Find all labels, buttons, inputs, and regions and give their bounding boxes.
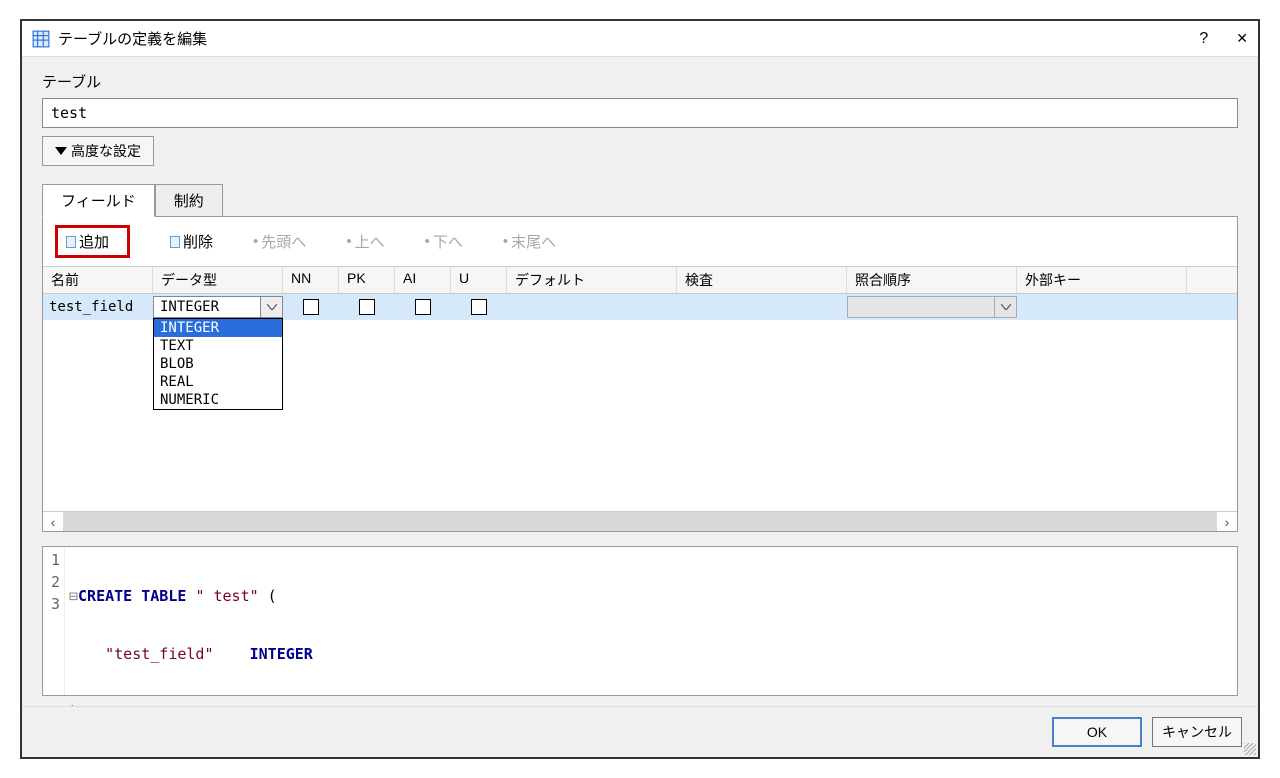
sql-line-2: "test_field" INTEGER: [69, 643, 313, 665]
horizontal-scrollbar[interactable]: ‹ ›: [43, 511, 1237, 531]
remove-label: 削除: [183, 231, 213, 252]
option-real[interactable]: REAL: [154, 373, 282, 391]
fields-grid: 名前 データ型 NN PK AI U デフォルト 検査 照合順序 外部キー te…: [43, 266, 1237, 531]
remove-field-button[interactable]: 削除: [170, 231, 213, 252]
help-button[interactable]: ?: [1199, 30, 1208, 48]
collation-combo[interactable]: [847, 296, 1017, 318]
col-default[interactable]: デフォルト: [507, 267, 677, 293]
foreign-cell[interactable]: [1017, 294, 1187, 320]
table-name-input[interactable]: [42, 98, 1238, 128]
col-check[interactable]: 検査: [677, 267, 847, 293]
check-cell[interactable]: [677, 294, 847, 320]
col-foreign[interactable]: 外部キー: [1017, 267, 1187, 293]
option-blob[interactable]: BLOB: [154, 355, 282, 373]
dialog-footer: OK キャンセル: [22, 706, 1258, 757]
advanced-settings-button[interactable]: 高度な設定: [42, 136, 154, 166]
col-u[interactable]: U: [451, 267, 507, 293]
tab-constraints[interactable]: 制約: [155, 184, 223, 216]
scroll-track[interactable]: [63, 512, 1217, 531]
tab-fields[interactable]: フィールド: [42, 184, 155, 217]
remove-icon: [170, 236, 180, 248]
col-pk[interactable]: PK: [339, 267, 395, 293]
table-icon: [32, 30, 50, 48]
field-name-cell[interactable]: test_field: [43, 294, 153, 320]
chevron-down-icon[interactable]: [994, 297, 1016, 317]
col-ai[interactable]: AI: [395, 267, 451, 293]
move-top-button[interactable]: •先頭へ: [253, 231, 306, 252]
move-bottom-button[interactable]: •末尾へ: [503, 231, 556, 252]
datatype-value: INTEGER: [160, 299, 219, 315]
sql-line-1: ⊟CREATE TABLE " test" (: [69, 585, 313, 607]
grid-header: 名前 データ型 NN PK AI U デフォルト 検査 照合順序 外部キー: [43, 267, 1237, 294]
move-up-button[interactable]: •上へ: [346, 231, 384, 252]
tabs: フィールド 制約: [42, 184, 1238, 216]
titlebar: テーブルの定義を編集 ? ✕: [22, 21, 1258, 57]
datatype-dropdown[interactable]: INTEGER TEXT BLOB REAL NUMERIC: [153, 318, 283, 410]
ok-button[interactable]: OK: [1052, 717, 1142, 747]
chevron-down-icon[interactable]: [260, 297, 282, 317]
col-name[interactable]: 名前: [43, 267, 153, 293]
scroll-left-icon[interactable]: ‹: [43, 512, 63, 532]
option-text[interactable]: TEXT: [154, 337, 282, 355]
dialog-title: テーブルの定義を編集: [58, 28, 207, 49]
datatype-combo[interactable]: INTEGER: [153, 296, 283, 318]
pk-checkbox[interactable]: [359, 299, 375, 315]
add-label: 追加: [79, 231, 109, 252]
chevron-down-icon: [55, 147, 67, 155]
fields-toolbar: 追加 削除 •先頭へ •上へ •下へ •末尾へ: [43, 217, 1237, 266]
u-checkbox[interactable]: [471, 299, 487, 315]
default-cell[interactable]: [507, 294, 677, 320]
advanced-settings-label: 高度な設定: [71, 141, 141, 161]
col-nn[interactable]: NN: [283, 267, 339, 293]
fields-panel: 追加 削除 •先頭へ •上へ •下へ •末尾へ 名前 データ型 NN: [42, 216, 1238, 532]
scroll-right-icon[interactable]: ›: [1217, 512, 1237, 532]
fold-icon[interactable]: ⊟: [69, 587, 78, 605]
nn-checkbox[interactable]: [303, 299, 319, 315]
ai-checkbox[interactable]: [415, 299, 431, 315]
option-numeric[interactable]: NUMERIC: [154, 391, 282, 409]
close-button[interactable]: ✕: [1236, 30, 1248, 47]
cancel-button[interactable]: キャンセル: [1152, 717, 1242, 747]
table-row[interactable]: test_field INTEGER INTEGER: [43, 294, 1237, 320]
resize-grip-icon[interactable]: [1244, 743, 1256, 755]
field-type-cell[interactable]: INTEGER INTEGER TEXT BLOB REAL: [153, 294, 283, 320]
option-integer[interactable]: INTEGER: [154, 319, 282, 337]
sql-code[interactable]: ⊟CREATE TABLE " test" ( "test_field" INT…: [65, 547, 317, 695]
line-gutter: 1 2 3: [43, 547, 65, 695]
move-down-button[interactable]: •下へ: [425, 231, 463, 252]
grid-body: test_field INTEGER INTEGER: [43, 294, 1237, 511]
col-collation[interactable]: 照合順序: [847, 267, 1017, 293]
table-section-label: テーブル: [42, 71, 1238, 92]
col-datatype[interactable]: データ型: [153, 267, 283, 293]
sql-preview: 1 2 3 ⊟CREATE TABLE " test" ( "test_fiel…: [42, 546, 1238, 696]
add-field-button[interactable]: 追加: [55, 225, 130, 258]
edit-table-dialog: テーブルの定義を編集 ? ✕ テーブル 高度な設定 フィールド 制約: [20, 19, 1260, 759]
add-icon: [66, 236, 76, 248]
